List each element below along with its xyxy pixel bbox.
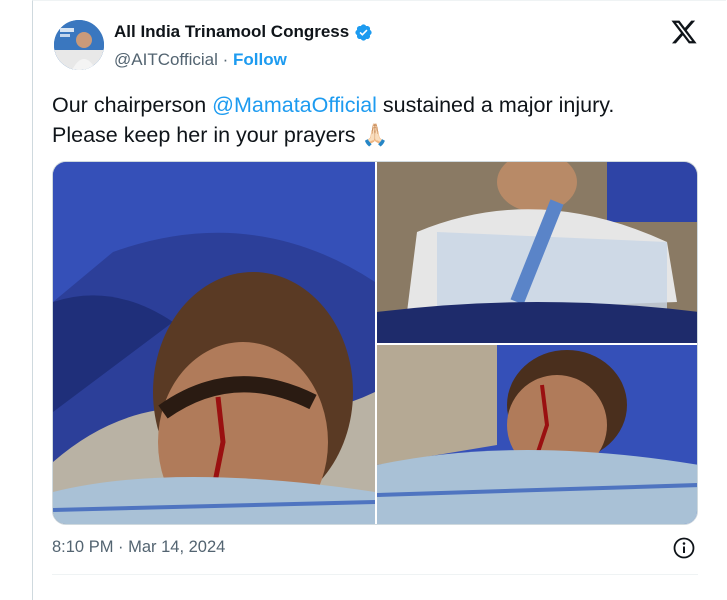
x-logo-icon[interactable]: [670, 18, 698, 46]
photo-3-image: [377, 345, 697, 524]
mention-link[interactable]: @MamataOfficial: [212, 93, 377, 117]
tweet-text: Our chairperson @MamataOfficial sustaine…: [52, 90, 712, 150]
photo-2[interactable]: [377, 162, 697, 343]
author-name[interactable]: All India Trinamool Congress: [114, 22, 349, 42]
info-icon[interactable]: [672, 536, 696, 560]
author-name-row[interactable]: All India Trinamool Congress: [114, 22, 373, 42]
handle-row: @AITCofficial · Follow: [114, 50, 287, 70]
photo-1[interactable]: [53, 162, 375, 524]
tweet-text-prefix: Our chairperson: [52, 93, 213, 117]
author-avatar[interactable]: [54, 20, 104, 70]
photo-1-image: [53, 162, 375, 524]
photo-2-image: [377, 162, 697, 343]
tweet-timestamp[interactable]: 8:10 PM · Mar 14, 2024: [52, 538, 225, 557]
follow-button[interactable]: Follow: [233, 50, 287, 69]
separator-dot: ·: [222, 50, 229, 69]
tweet-text-suffix: sustained a major injury.: [376, 93, 615, 117]
tweet-text-line2: Please keep her in your prayers 🙏🏻: [52, 123, 389, 147]
media-grid: [52, 161, 698, 525]
photo-3[interactable]: [377, 345, 697, 524]
avatar-image: [54, 20, 104, 70]
verified-badge-icon: [355, 23, 372, 41]
divider: [52, 574, 698, 575]
author-handle[interactable]: @AITCofficial: [114, 50, 218, 69]
